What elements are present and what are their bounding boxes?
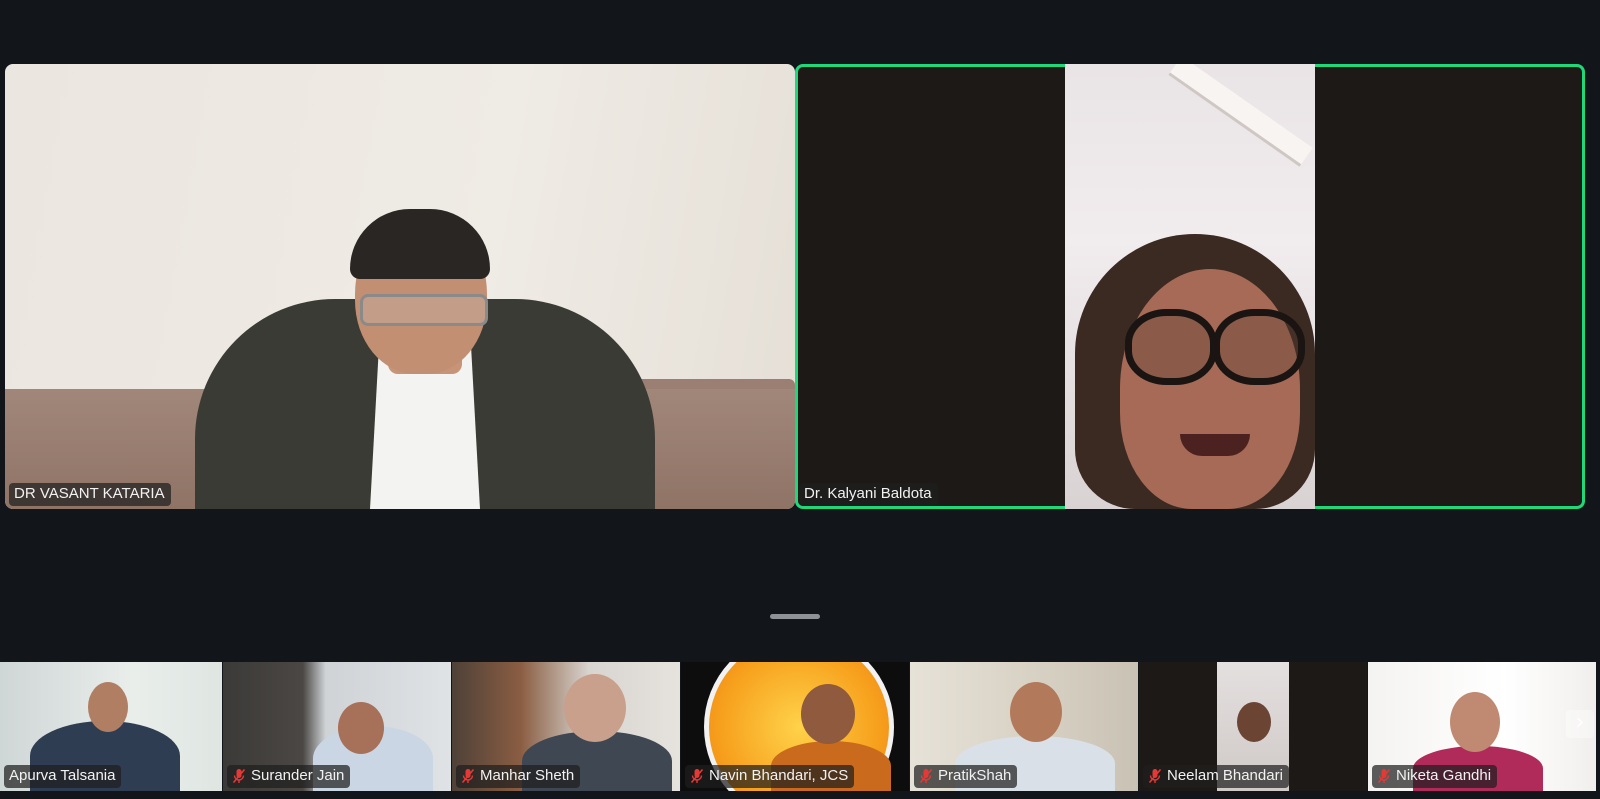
speaker-tile-vasant-kataria[interactable]: DR VASANT KATARIA (5, 64, 795, 509)
participant-tile-neelam-bhandari[interactable]: Neelam Bhandari (1139, 662, 1367, 791)
participant-name: PratikShah (938, 767, 1012, 784)
participant-tile-niketa-gandhi[interactable]: Niketa Gandhi (1368, 662, 1596, 791)
video-detail (1450, 692, 1500, 752)
participant-tile-surander-jain[interactable]: Surander Jain (223, 662, 451, 791)
video-detail (360, 294, 488, 326)
video-detail (1237, 702, 1271, 742)
mic-off-icon (1377, 768, 1391, 784)
participant-name-label: Apurva Talsania (4, 765, 122, 788)
mic-off-icon (461, 768, 475, 784)
participant-name-label: Surander Jain (227, 765, 351, 788)
mic-off-icon (1148, 768, 1162, 784)
participant-name: DR VASANT KATARIA (14, 485, 165, 502)
participant-tile-navin-bhandari[interactable]: Navin Bhandari, JCS (681, 662, 909, 791)
participant-name-label: Navin Bhandari, JCS (685, 765, 855, 788)
video-detail (1010, 682, 1062, 742)
participant-name: Apurva Talsania (9, 767, 116, 784)
participant-name: Dr. Kalyani Baldota (804, 485, 932, 502)
participant-name-label: PratikShah (914, 765, 1018, 788)
participant-name: Surander Jain (251, 767, 345, 784)
video-detail (1125, 309, 1217, 385)
video-detail (564, 674, 626, 742)
speaker-tile-kalyani-baldota[interactable]: Dr. Kalyani Baldota (795, 64, 1585, 509)
meeting-gallery-view: DR VASANT KATARIA Dr. Kalyani Baldota Ap… (0, 0, 1600, 799)
participant-name-label: Neelam Bhandari (1143, 765, 1289, 788)
mic-off-icon (919, 768, 933, 784)
participant-tile-apurva-talsania[interactable]: Apurva Talsania (0, 662, 222, 791)
participant-name-label: Niketa Gandhi (1372, 765, 1498, 788)
participant-tile-manhar-sheth[interactable]: Manhar Sheth (452, 662, 680, 791)
mic-off-icon (690, 768, 704, 784)
video-detail (88, 682, 128, 732)
participant-name: Navin Bhandari, JCS (709, 767, 849, 784)
video-detail (1120, 269, 1300, 509)
video-detail (1180, 434, 1250, 456)
participant-name-label: Manhar Sheth (456, 765, 581, 788)
strip-resize-handle[interactable] (770, 614, 820, 619)
mic-off-icon (232, 768, 246, 784)
participant-name-label: DR VASANT KATARIA (9, 483, 171, 506)
participant-name: Niketa Gandhi (1396, 767, 1492, 784)
participant-tile-pratikshah[interactable]: PratikShah (910, 662, 1138, 791)
video-detail (801, 684, 855, 744)
video-detail (1213, 309, 1305, 385)
video-detail (338, 702, 384, 754)
video-detail (1168, 64, 1313, 167)
participant-name: Neelam Bhandari (1167, 767, 1283, 784)
participant-name-label: Dr. Kalyani Baldota (799, 483, 938, 506)
video-feed (1065, 64, 1315, 509)
chevron-right-icon[interactable]: › (1566, 710, 1594, 738)
participant-name: Manhar Sheth (480, 767, 575, 784)
